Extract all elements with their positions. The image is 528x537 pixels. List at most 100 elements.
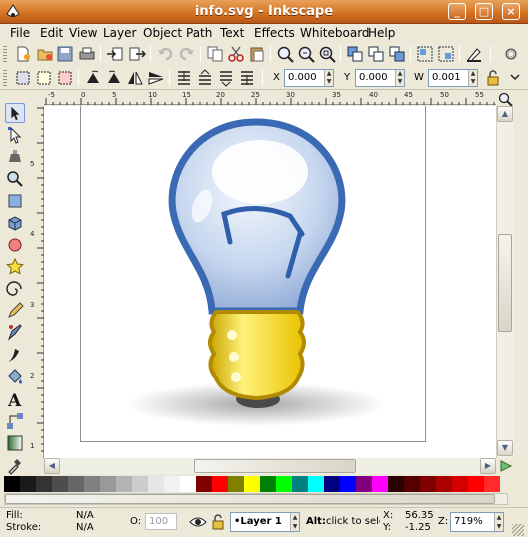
ellipse-tool-icon[interactable] <box>5 235 25 255</box>
scroll-down-arrow[interactable]: ▼ <box>497 440 513 456</box>
3d-box-tool-icon[interactable] <box>5 213 25 233</box>
menu-path[interactable]: Path <box>186 26 212 40</box>
opacity-spinbox[interactable]: 100 <box>145 513 177 530</box>
horizontal-ruler[interactable]: -5 0 5 10 15 20 25 30 35 40 45 50 55 <box>44 91 496 105</box>
zoom-spin-arrows[interactable]: ▲ ▼ <box>494 513 503 531</box>
color-swatch[interactable] <box>340 476 356 492</box>
toolbar-grip[interactable] <box>3 70 7 86</box>
lower-to-bottom-icon[interactable] <box>238 69 256 87</box>
zoom-page-icon[interactable] <box>318 45 336 63</box>
color-swatch[interactable] <box>164 476 180 492</box>
color-swatch[interactable] <box>420 476 436 492</box>
rectangle-tool-icon[interactable] <box>5 191 25 211</box>
x-spin-arrows[interactable]: ▲ ▼ <box>324 70 333 86</box>
fill-stroke-icon[interactable] <box>465 45 483 63</box>
cut-icon[interactable] <box>227 45 245 63</box>
ungroup-icon[interactable] <box>437 45 455 63</box>
palette-scrollbar[interactable] <box>4 493 508 505</box>
select-all-layers-icon[interactable] <box>35 69 53 87</box>
x-spinbox[interactable]: 0.000 ▲ ▼ <box>284 69 334 87</box>
selector-tool-icon[interactable] <box>5 103 25 123</box>
calligraphy-tool-icon[interactable] <box>5 345 25 365</box>
vertical-scrollbar[interactable]: ▲ ▼ <box>496 106 514 458</box>
print-icon[interactable] <box>78 45 96 63</box>
close-button[interactable]: × <box>502 3 520 20</box>
color-swatch[interactable] <box>276 476 292 492</box>
open-icon[interactable] <box>36 45 54 63</box>
dropper-tool-icon[interactable] <box>5 455 25 475</box>
color-swatch[interactable] <box>196 476 212 492</box>
y-spin-arrows[interactable]: ▲ ▼ <box>395 70 404 86</box>
flip-vertical-icon[interactable] <box>147 69 165 87</box>
layer-selector[interactable]: •Layer 1 ▲ ▼ <box>230 512 300 532</box>
text-tool-icon[interactable]: A <box>5 389 25 409</box>
unlink-clone-icon[interactable] <box>388 45 406 63</box>
drawing-canvas[interactable] <box>44 106 496 458</box>
toolbar-overflow-icon[interactable] <box>506 69 524 87</box>
node-tool-icon[interactable] <box>5 125 25 145</box>
color-swatch[interactable] <box>484 476 500 492</box>
color-swatch[interactable] <box>84 476 100 492</box>
menu-help[interactable]: Help <box>368 26 395 40</box>
scroll-up-arrow[interactable]: ▲ <box>497 106 513 122</box>
color-swatch[interactable] <box>148 476 164 492</box>
horizontal-scroll-thumb[interactable] <box>194 459 356 473</box>
color-swatch[interactable] <box>36 476 52 492</box>
vertical-ruler[interactable]: 5 4 3 2 1 <box>28 106 44 458</box>
pen-tool-icon[interactable] <box>5 323 25 343</box>
color-swatch[interactable] <box>260 476 276 492</box>
y-spinbox[interactable]: 0.000 ▲ ▼ <box>355 69 405 87</box>
toolbar-grip[interactable] <box>3 46 7 62</box>
color-swatch[interactable] <box>388 476 404 492</box>
lightbulb-drawing[interactable] <box>44 106 496 458</box>
import-icon[interactable] <box>106 45 124 63</box>
lock-icon[interactable] <box>484 69 502 87</box>
gradient-tool-icon[interactable] <box>5 433 25 453</box>
horizontal-scrollbar[interactable]: ◀ ▶ <box>44 458 496 474</box>
undo-icon[interactable] <box>156 45 174 63</box>
w-spinbox[interactable]: 0.001 ▲ ▼ <box>428 69 478 87</box>
copy-icon[interactable] <box>206 45 224 63</box>
color-swatch[interactable] <box>324 476 340 492</box>
zoom-drawing-icon[interactable] <box>297 45 315 63</box>
rotate-ccw-icon[interactable] <box>84 69 102 87</box>
rotate-cw-icon[interactable] <box>105 69 123 87</box>
resize-grip[interactable] <box>512 524 524 536</box>
paste-icon[interactable] <box>248 45 266 63</box>
redo-icon[interactable] <box>178 45 196 63</box>
paint-bucket-tool-icon[interactable] <box>5 367 25 387</box>
menu-layer[interactable]: Layer <box>103 26 136 40</box>
export-icon[interactable] <box>128 45 146 63</box>
zoom-spinbox[interactable]: 719% ▲ ▼ <box>450 512 504 532</box>
eye-icon[interactable] <box>189 514 207 530</box>
menu-whiteboard[interactable]: Whiteboard <box>300 26 370 40</box>
color-swatch[interactable] <box>212 476 228 492</box>
color-swatch[interactable] <box>68 476 84 492</box>
pencil-tool-icon[interactable] <box>5 301 25 321</box>
color-swatch[interactable] <box>404 476 420 492</box>
zoom-selection-icon[interactable] <box>276 45 294 63</box>
color-swatch[interactable] <box>4 476 20 492</box>
lower-icon[interactable] <box>217 69 235 87</box>
color-swatch[interactable] <box>292 476 308 492</box>
color-swatch[interactable] <box>468 476 484 492</box>
color-swatch[interactable] <box>228 476 244 492</box>
flip-horizontal-icon[interactable] <box>126 69 144 87</box>
preferences-icon[interactable] <box>502 45 520 63</box>
deselect-icon[interactable] <box>56 69 74 87</box>
raise-icon[interactable] <box>196 69 214 87</box>
menu-edit[interactable]: Edit <box>40 26 63 40</box>
raise-to-top-icon[interactable] <box>175 69 193 87</box>
color-swatch[interactable] <box>100 476 116 492</box>
color-swatch[interactable] <box>116 476 132 492</box>
color-swatch[interactable] <box>20 476 36 492</box>
vertical-scroll-thumb[interactable] <box>498 234 512 332</box>
maximize-button[interactable]: □ <box>475 3 493 20</box>
color-swatch[interactable] <box>372 476 388 492</box>
color-swatch[interactable] <box>52 476 68 492</box>
color-swatch[interactable] <box>244 476 260 492</box>
star-tool-icon[interactable] <box>5 257 25 277</box>
color-swatch[interactable] <box>132 476 148 492</box>
layer-spin-arrows[interactable]: ▲ ▼ <box>290 513 299 531</box>
clone-icon[interactable] <box>367 45 385 63</box>
